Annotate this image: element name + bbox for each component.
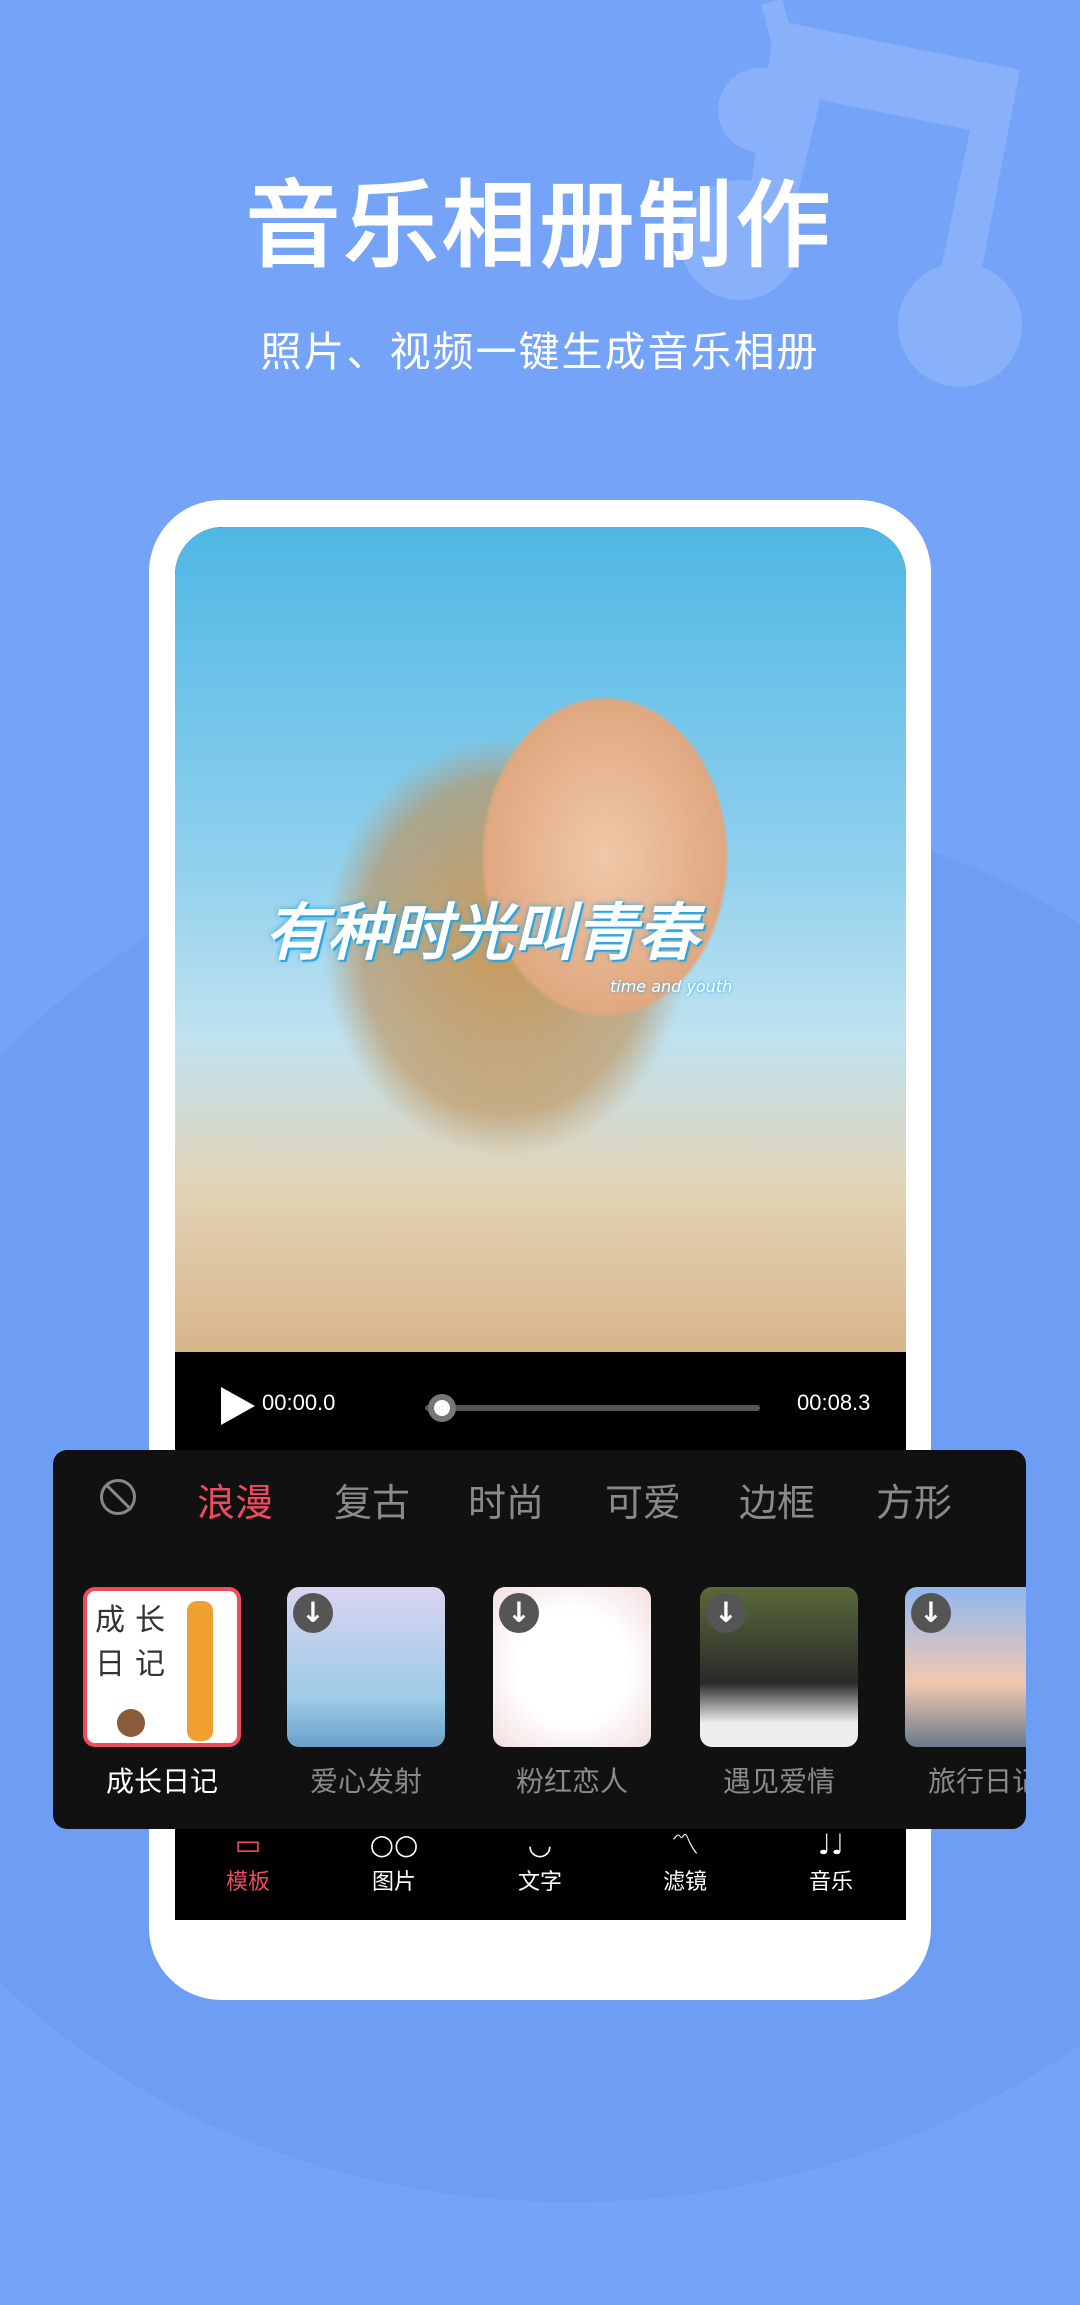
total-time: 00:08.3 <box>797 1390 871 1415</box>
bear-illustration <box>117 1709 145 1737</box>
nav-filter[interactable]: 〽滤镜 <box>645 1830 725 1896</box>
download-icon[interactable]: ↓ <box>911 1593 951 1633</box>
nav-image[interactable]: ○○ 图片 <box>354 1830 434 1896</box>
progress-knob[interactable] <box>428 1394 456 1422</box>
nav-label: 音乐 <box>808 1870 853 1895</box>
player-controls: 00:00.0 00:08.3 <box>175 1352 906 1448</box>
text-icon: ◡ <box>527 1828 553 1861</box>
template-label: 爱心发射 <box>309 1765 422 1798</box>
filter-icon: 〽 <box>670 1828 699 1861</box>
progress-track[interactable] <box>425 1405 760 1411</box>
overlay-subtitle: time and youth <box>610 977 733 996</box>
template-card[interactable]: ↓ <box>287 1587 445 1747</box>
tab-border[interactable]: 边框 <box>739 1472 815 1527</box>
template-label: 成长日记 <box>105 1765 218 1798</box>
nav-template[interactable]: ▭ 模板 <box>208 1830 288 1896</box>
template-card[interactable]: ↓ <box>700 1587 858 1747</box>
template-card[interactable]: ↓ <box>493 1587 651 1747</box>
thumb-char: 日 <box>95 1647 135 1682</box>
tab-romantic[interactable]: 浪漫 <box>197 1472 273 1527</box>
thumb-char: 记 <box>135 1647 175 1682</box>
page-subtitle: 照片、视频一键生成音乐相册 <box>260 328 820 376</box>
nav-label: 模板 <box>225 1870 270 1895</box>
page-title: 音乐相册制作 <box>245 172 834 281</box>
template-label: 旅行日记 <box>927 1765 1026 1798</box>
tab-retro[interactable]: 复古 <box>334 1472 410 1527</box>
nav-music[interactable]: ♩♩ 音乐 <box>791 1830 871 1896</box>
nav-label: 滤镜 <box>662 1870 707 1895</box>
current-time: 00:00.0 <box>262 1390 336 1415</box>
template-icon: ▭ <box>234 1828 262 1861</box>
giraffe-illustration <box>187 1601 213 1741</box>
template-panel: 浪漫 复古 时尚 可爱 边框 方形 成长 日记 ↓ ↓ ↓ ↓ 成长日记 爱心发射… <box>53 1450 1026 1829</box>
tab-fashion[interactable]: 时尚 <box>468 1472 544 1527</box>
download-icon[interactable]: ↓ <box>706 1593 746 1633</box>
template-card[interactable]: ↓ <box>905 1587 1026 1747</box>
play-icon[interactable] <box>221 1387 255 1425</box>
thumb-text: 成长 日记 <box>95 1599 175 1687</box>
template-label: 遇见爱情 <box>722 1765 835 1798</box>
music-icon: ♩♩ <box>817 1828 845 1861</box>
tab-square[interactable]: 方形 <box>876 1472 952 1527</box>
thumb-char: 长 <box>135 1603 175 1638</box>
overlay-title: 有种时光叫青春 <box>265 896 700 969</box>
tab-cute[interactable]: 可爱 <box>605 1472 681 1527</box>
template-label: 粉红恋人 <box>515 1765 628 1798</box>
ban-icon[interactable] <box>100 1479 136 1515</box>
download-icon[interactable]: ↓ <box>499 1593 539 1633</box>
image-icon: ○○ <box>369 1828 419 1861</box>
thumb-char: 成 <box>95 1603 135 1638</box>
nav-text[interactable]: ◡ 文字 <box>500 1830 580 1896</box>
preview-photo: 有种时光叫青春 time and youth <box>175 527 906 1352</box>
download-icon[interactable]: ↓ <box>293 1593 333 1633</box>
nav-label: 文字 <box>517 1870 562 1895</box>
template-card[interactable]: 成长 日记 <box>83 1587 241 1747</box>
nav-label: 图片 <box>371 1870 416 1895</box>
